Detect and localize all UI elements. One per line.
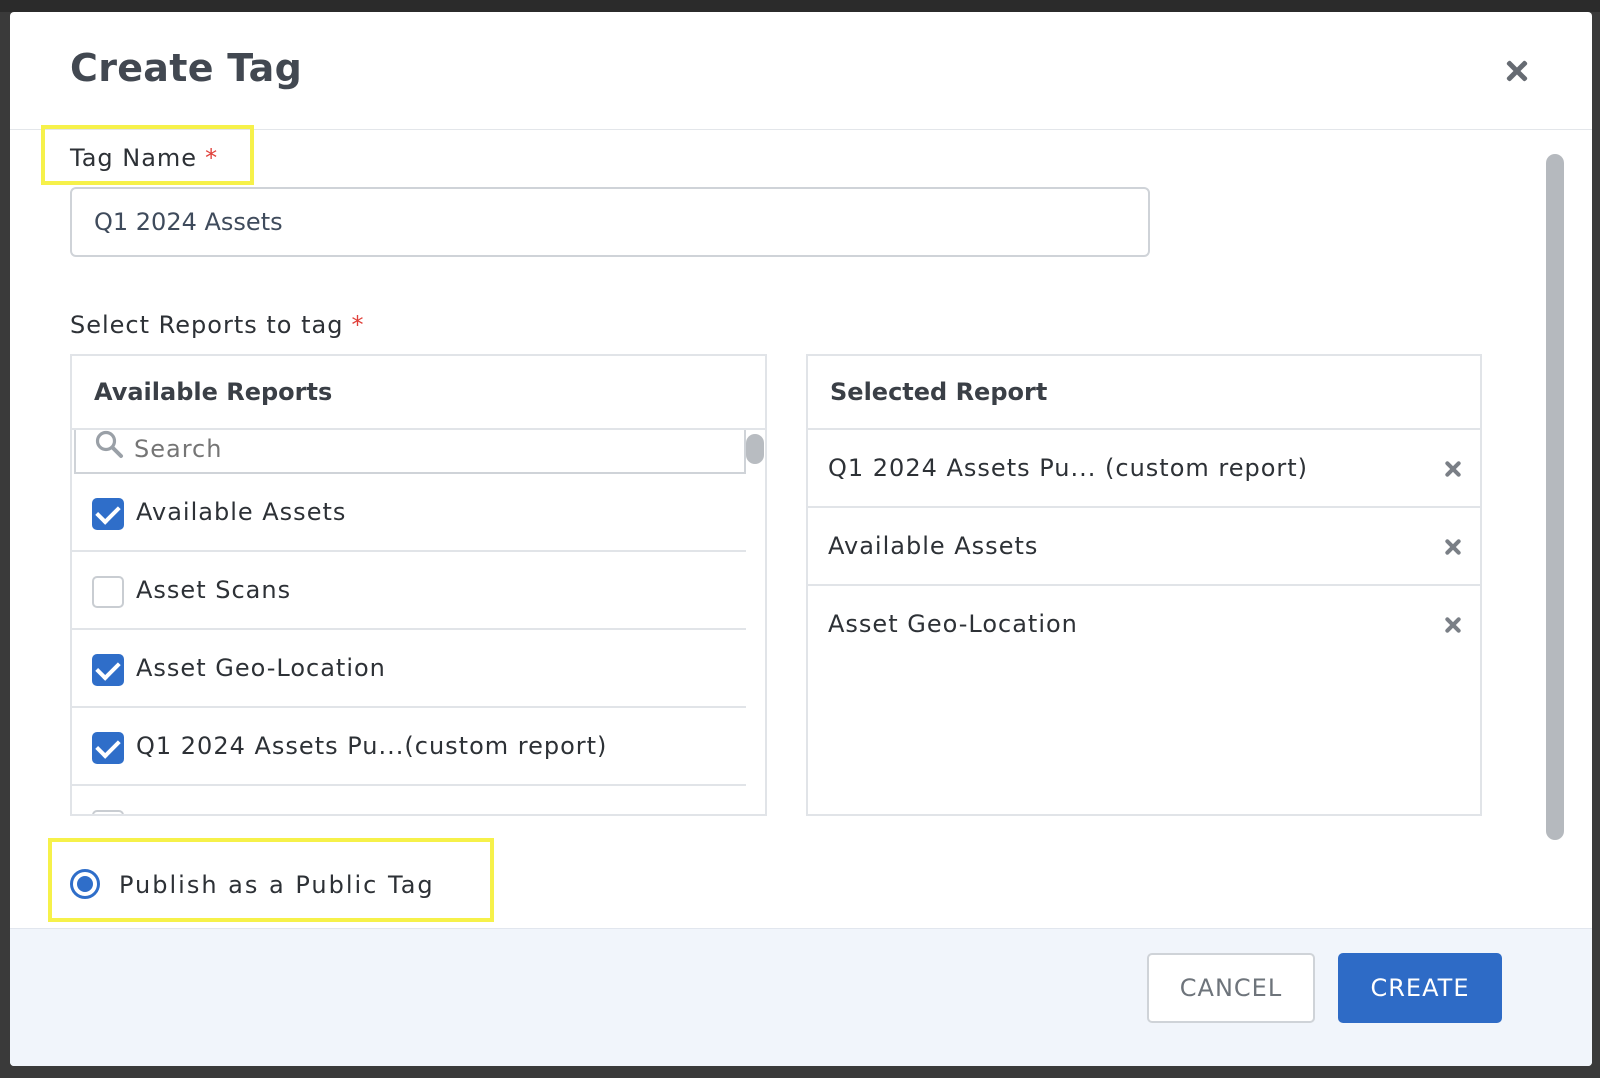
- available-reports-title: Available Reports: [94, 378, 333, 406]
- selected-item: Q1 2024 Assets Pu... (custom report): [808, 430, 1480, 508]
- close-icon: [1442, 458, 1464, 480]
- list-item-label: Available Assets: [136, 498, 347, 526]
- checkbox-checked[interactable]: [92, 498, 124, 530]
- selected-report-panel: Selected Report Q1 2024 Assets Pu... (cu…: [806, 354, 1482, 816]
- list-item[interactable]: Asset Scans: [72, 552, 746, 630]
- create-button[interactable]: CREATE: [1338, 953, 1502, 1023]
- select-reports-label: Select Reports to tag *: [70, 311, 364, 339]
- checkbox-checked[interactable]: [92, 732, 124, 764]
- list-item-label: Asset Scans: [136, 576, 292, 604]
- modal-title: Create Tag: [70, 46, 303, 90]
- remove-icon[interactable]: [1442, 614, 1464, 636]
- available-reports-header: Available Reports: [72, 356, 765, 430]
- tag-name-label: Tag Name *: [70, 144, 218, 172]
- list-item[interactable]: Q1 2024 Assets Pu...(custom report): [72, 708, 746, 786]
- checkbox-unchecked[interactable]: [92, 576, 124, 608]
- background-app: [0, 0, 1600, 12]
- search-icon: [95, 430, 123, 458]
- modal-footer: CANCEL CREATE: [10, 928, 1592, 1066]
- create-tag-modal: Create Tag Tag Name* Select Reports to t…: [10, 12, 1592, 1066]
- list-item-label: Q1 2024 Assets Pu...(custom report): [136, 732, 608, 760]
- list-item-label: Asset Geo-Location: [136, 654, 386, 682]
- selected-item-label: Available Assets: [828, 532, 1039, 560]
- selected-item-label: Asset Geo-Location: [828, 610, 1078, 638]
- selected-item: Available Assets: [808, 508, 1480, 586]
- required-mark: *: [351, 311, 365, 339]
- selected-report-header: Selected Report: [808, 356, 1480, 430]
- publish-public-label: Publish as a Public Tag: [119, 871, 435, 899]
- selected-item: Asset Geo-Location: [808, 586, 1480, 664]
- checkbox-unchecked[interactable]: [92, 810, 124, 814]
- checkbox-checked[interactable]: [92, 654, 124, 686]
- search-input[interactable]: [134, 430, 724, 468]
- selected-item-label: Q1 2024 Assets Pu... (custom report): [828, 454, 1309, 482]
- available-reports-panel: Available Reports Available Assets Asset…: [70, 354, 767, 816]
- list-item[interactable]: Available Assets: [72, 474, 746, 552]
- available-reports-scrollbar[interactable]: [746, 434, 764, 464]
- select-reports-label-text: Select Reports to tag: [70, 311, 344, 339]
- modal-header: Create Tag: [10, 12, 1592, 130]
- close-button[interactable]: [1500, 54, 1534, 88]
- publish-public-radio[interactable]: [70, 869, 100, 899]
- close-icon: [1442, 614, 1464, 636]
- tag-name-input[interactable]: [70, 187, 1150, 257]
- cancel-button[interactable]: CANCEL: [1147, 953, 1315, 1023]
- selected-report-title: Selected Report: [830, 378, 1048, 406]
- remove-icon[interactable]: [1442, 536, 1464, 558]
- tag-name-label-text: Tag Name: [70, 144, 198, 172]
- required-mark: *: [205, 144, 219, 172]
- modal-scrollbar[interactable]: [1546, 154, 1564, 840]
- close-icon: [1500, 54, 1534, 88]
- remove-icon[interactable]: [1442, 458, 1464, 480]
- list-item-partial[interactable]: [72, 786, 746, 814]
- search-box: [74, 430, 746, 474]
- list-item[interactable]: Asset Geo-Location: [72, 630, 746, 708]
- close-icon: [1442, 536, 1464, 558]
